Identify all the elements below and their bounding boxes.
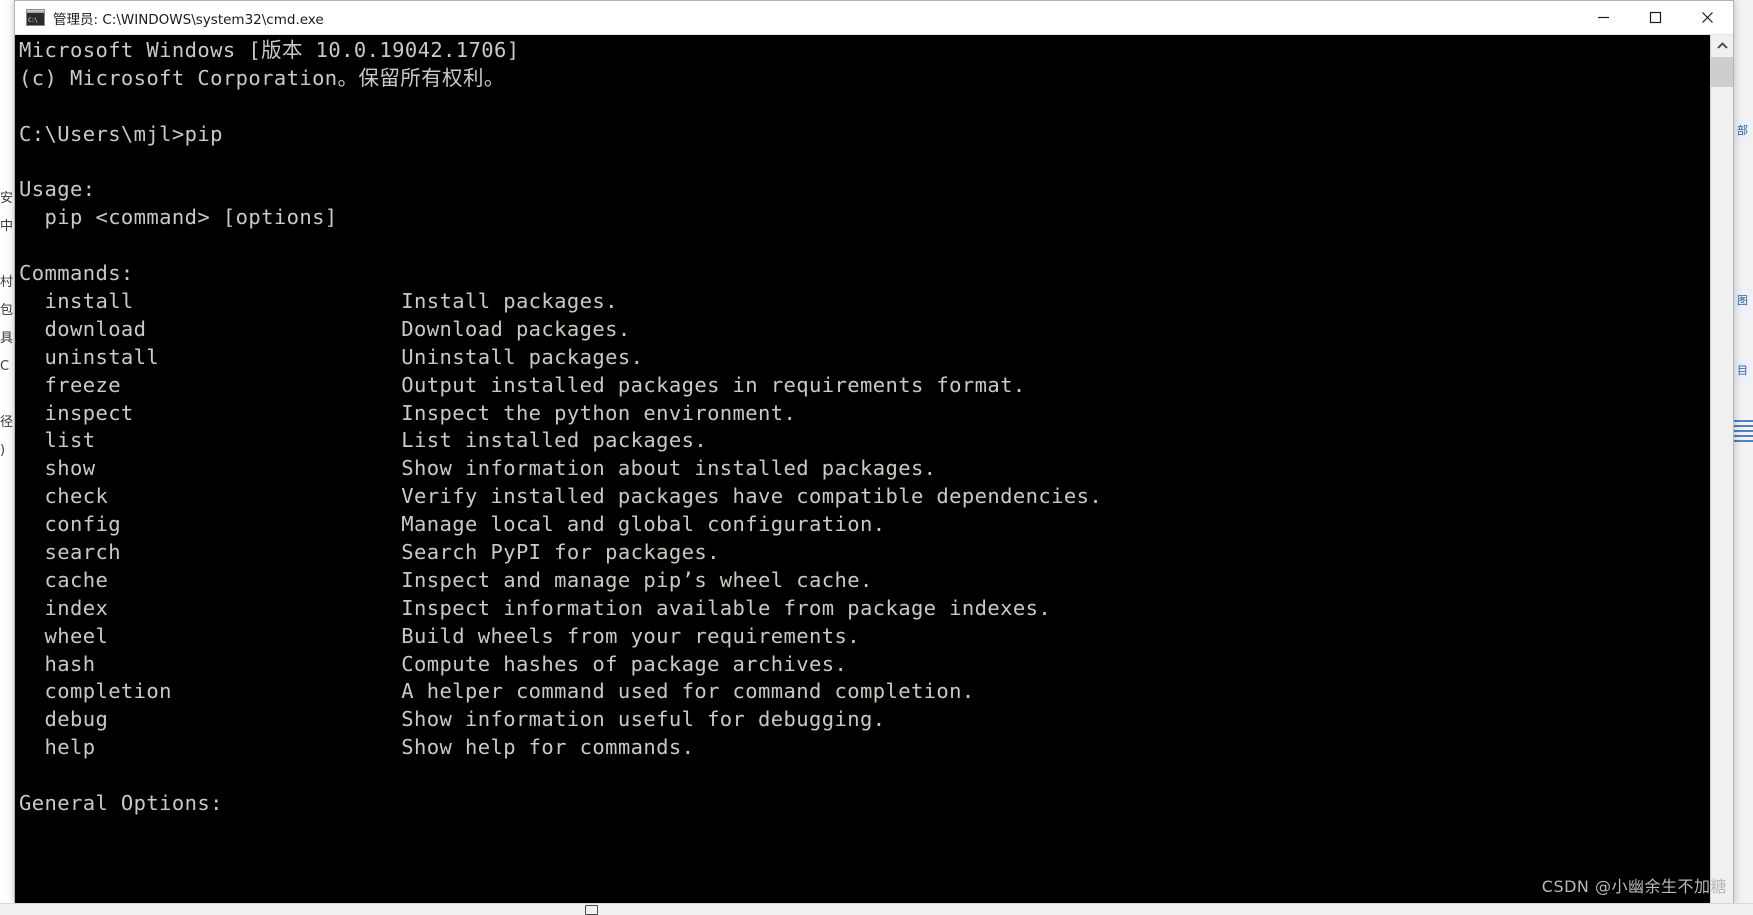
console-line: Commands:	[19, 261, 134, 286]
cmd-icon: C:\	[26, 9, 45, 26]
scroll-up-arrow-icon	[1716, 37, 1728, 55]
console-line: Microsoft Windows [版本 10.0.19042.1706]	[19, 38, 520, 62]
console-line: hash Compute hashes of package archives.	[19, 651, 848, 676]
console-line: show Show information about installed pa…	[19, 456, 937, 481]
console-output[interactable]: Microsoft Windows [版本 10.0.19042.1706] (c…	[15, 35, 1710, 903]
console-line: config Manage local and global configura…	[19, 512, 886, 537]
console-line: help Show help for commands.	[19, 735, 695, 760]
console-line: General Options:	[19, 791, 223, 816]
console-line: check Verify installed packages have com…	[19, 484, 1103, 509]
console-line: list List installed packages.	[19, 428, 708, 453]
minimize-button[interactable]	[1577, 1, 1629, 34]
console-line: Usage:	[19, 177, 96, 202]
taskbar[interactable]	[0, 903, 1753, 915]
console-line: C:\Users\mjl>pip	[19, 121, 223, 146]
taskbar-window-icon[interactable]	[585, 905, 598, 915]
console-body[interactable]: Microsoft Windows [版本 10.0.19042.1706] (c…	[15, 35, 1733, 903]
background-right-panel: 部 图 目	[1732, 0, 1753, 915]
background-left-strip: 安 中 村 包 具 C 径 )	[0, 0, 15, 915]
console-line: (c) Microsoft Corporation。保留所有权利。	[19, 65, 505, 90]
console-line: uninstall Uninstall packages.	[19, 344, 644, 369]
cmd-window: C:\ 管理员: C:\WINDOWS\system32\cmd.exe Mic…	[14, 0, 1734, 904]
minimize-icon	[1597, 11, 1610, 24]
console-line: pip <command> [options]	[19, 205, 338, 230]
maximize-button[interactable]	[1629, 1, 1681, 34]
background-right-lines-1	[1733, 420, 1753, 442]
scroll-track[interactable]	[1711, 57, 1733, 903]
title-bar[interactable]: C:\ 管理员: C:\WINDOWS\system32\cmd.exe	[15, 1, 1733, 35]
background-left-text: 安 中 村 包 具 C 径 )	[0, 191, 13, 458]
background-right-chip-1: 部	[1733, 118, 1752, 144]
window-title: 管理员: C:\WINDOWS\system32\cmd.exe	[53, 11, 324, 28]
console-line: freeze Output installed packages in requ…	[19, 372, 1026, 397]
console-line: completion A helper command used for com…	[19, 679, 975, 704]
close-button[interactable]	[1681, 1, 1733, 34]
console-line: cache Inspect and manage pip’s wheel cac…	[19, 567, 873, 592]
close-icon	[1701, 11, 1714, 24]
console-scrollbar[interactable]	[1710, 35, 1733, 903]
console-line: debug Show information useful for debugg…	[19, 707, 886, 732]
background-right-chip-2: 图	[1733, 288, 1752, 314]
console-line: index Inspect information available from…	[19, 595, 1052, 620]
scroll-thumb[interactable]	[1711, 57, 1733, 87]
background-right-chip-3: 目	[1733, 358, 1752, 384]
console-line: inspect Inspect the python environment.	[19, 400, 797, 425]
console-line: search Search PyPI for packages.	[19, 540, 720, 565]
console-line: download Download packages.	[19, 316, 631, 341]
cmd-icon-glyph: C:\	[28, 17, 38, 24]
screen: 安 中 村 包 具 C 径 ) 部 图 目 C:\ 管理员: C:\WINDOW…	[0, 0, 1753, 915]
maximize-icon	[1649, 11, 1662, 24]
console-line: install Install packages.	[19, 289, 618, 314]
scroll-up-button[interactable]	[1711, 35, 1733, 57]
console-line: wheel Build wheels from your requirement…	[19, 623, 860, 648]
